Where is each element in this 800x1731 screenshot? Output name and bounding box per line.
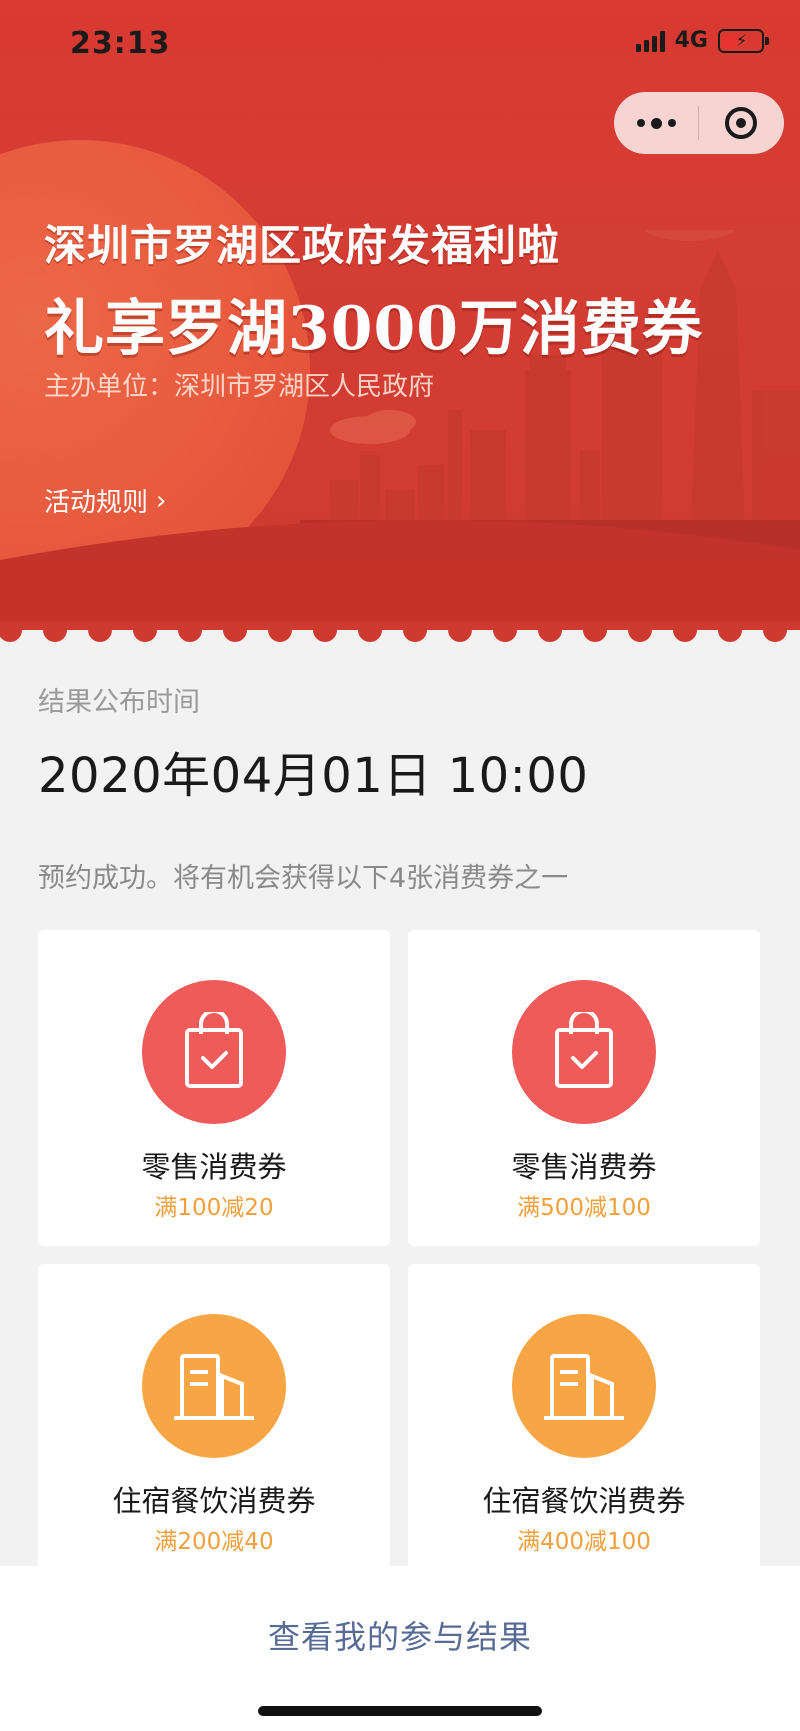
screen: 23:13 4G ⚡ 深圳市罗湖区政府发福利啦 礼享罗湖3000万消费券 主办单… — [0, 0, 800, 1731]
coupon-condition: 满100减20 — [154, 1195, 274, 1221]
banner-title-line1: 深圳市罗湖区政府发福利啦 — [44, 221, 561, 270]
result-datetime: 2020年04月01日 10:00 — [38, 748, 589, 804]
target-icon — [725, 107, 757, 139]
coupon-card[interactable]: 零售消费券 满500减100 — [408, 930, 760, 1246]
coupon-condition: 满500减100 — [517, 1195, 651, 1221]
coupon-name: 住宿餐饮消费券 — [482, 1484, 686, 1518]
chevron-right-icon: › — [156, 485, 167, 516]
shopping-bag-icon — [185, 1012, 243, 1088]
organizer-text: 主办单位：深圳市罗湖区人民政府 — [44, 372, 435, 402]
view-my-result-button[interactable]: 查看我的参与结果 — [0, 1612, 800, 1658]
more-options-icon[interactable] — [614, 117, 698, 129]
event-banner: 23:13 4G ⚡ 深圳市罗湖区政府发福利啦 礼享罗湖3000万消费券 主办单… — [0, 0, 800, 630]
coupon-condition: 满400减100 — [517, 1529, 651, 1555]
banner-ground — [0, 560, 800, 630]
battery-icon: ⚡ — [718, 28, 769, 53]
coupon-card[interactable]: 零售消费券 满100减20 — [38, 930, 390, 1246]
activity-rules-label: 活动规则 — [44, 488, 149, 518]
miniprogram-capsule — [614, 92, 784, 154]
status-indicators: 4G ⚡ — [635, 28, 769, 53]
reservation-notice: 预约成功。将有机会获得以下4张消费券之一 — [38, 863, 569, 894]
shopping-bag-icon — [555, 1012, 613, 1088]
building-icon — [544, 1354, 624, 1420]
coupon-icon-circle — [512, 980, 656, 1124]
scallop-edge-decoration — [0, 622, 800, 642]
status-time: 23:13 — [70, 26, 171, 61]
coupon-name: 住宿餐饮消费券 — [112, 1484, 316, 1518]
building-icon — [174, 1354, 254, 1420]
result-time-label: 结果公布时间 — [38, 687, 200, 718]
home-indicator[interactable] — [258, 1706, 542, 1716]
close-miniprogram-button[interactable] — [699, 107, 783, 139]
banner-title-line2: 礼享罗湖3000万消费券 — [44, 294, 703, 364]
coupon-condition: 满200减40 — [154, 1529, 274, 1555]
coupon-icon-circle — [512, 1314, 656, 1458]
coupon-name: 零售消费券 — [141, 1150, 287, 1184]
coupon-icon-circle — [142, 980, 286, 1124]
signal-strength-icon — [635, 30, 665, 52]
bottom-action-bar: 查看我的参与结果 — [0, 1566, 800, 1731]
activity-rules-link[interactable]: 活动规则 › — [44, 482, 166, 519]
coupon-card[interactable]: 住宿餐饮消费券 满200减40 — [38, 1264, 390, 1580]
network-type: 4G — [674, 28, 708, 53]
coupon-card[interactable]: 住宿餐饮消费券 满400减100 — [408, 1264, 760, 1580]
coupon-icon-circle — [142, 1314, 286, 1458]
coupon-name: 零售消费券 — [511, 1150, 657, 1184]
